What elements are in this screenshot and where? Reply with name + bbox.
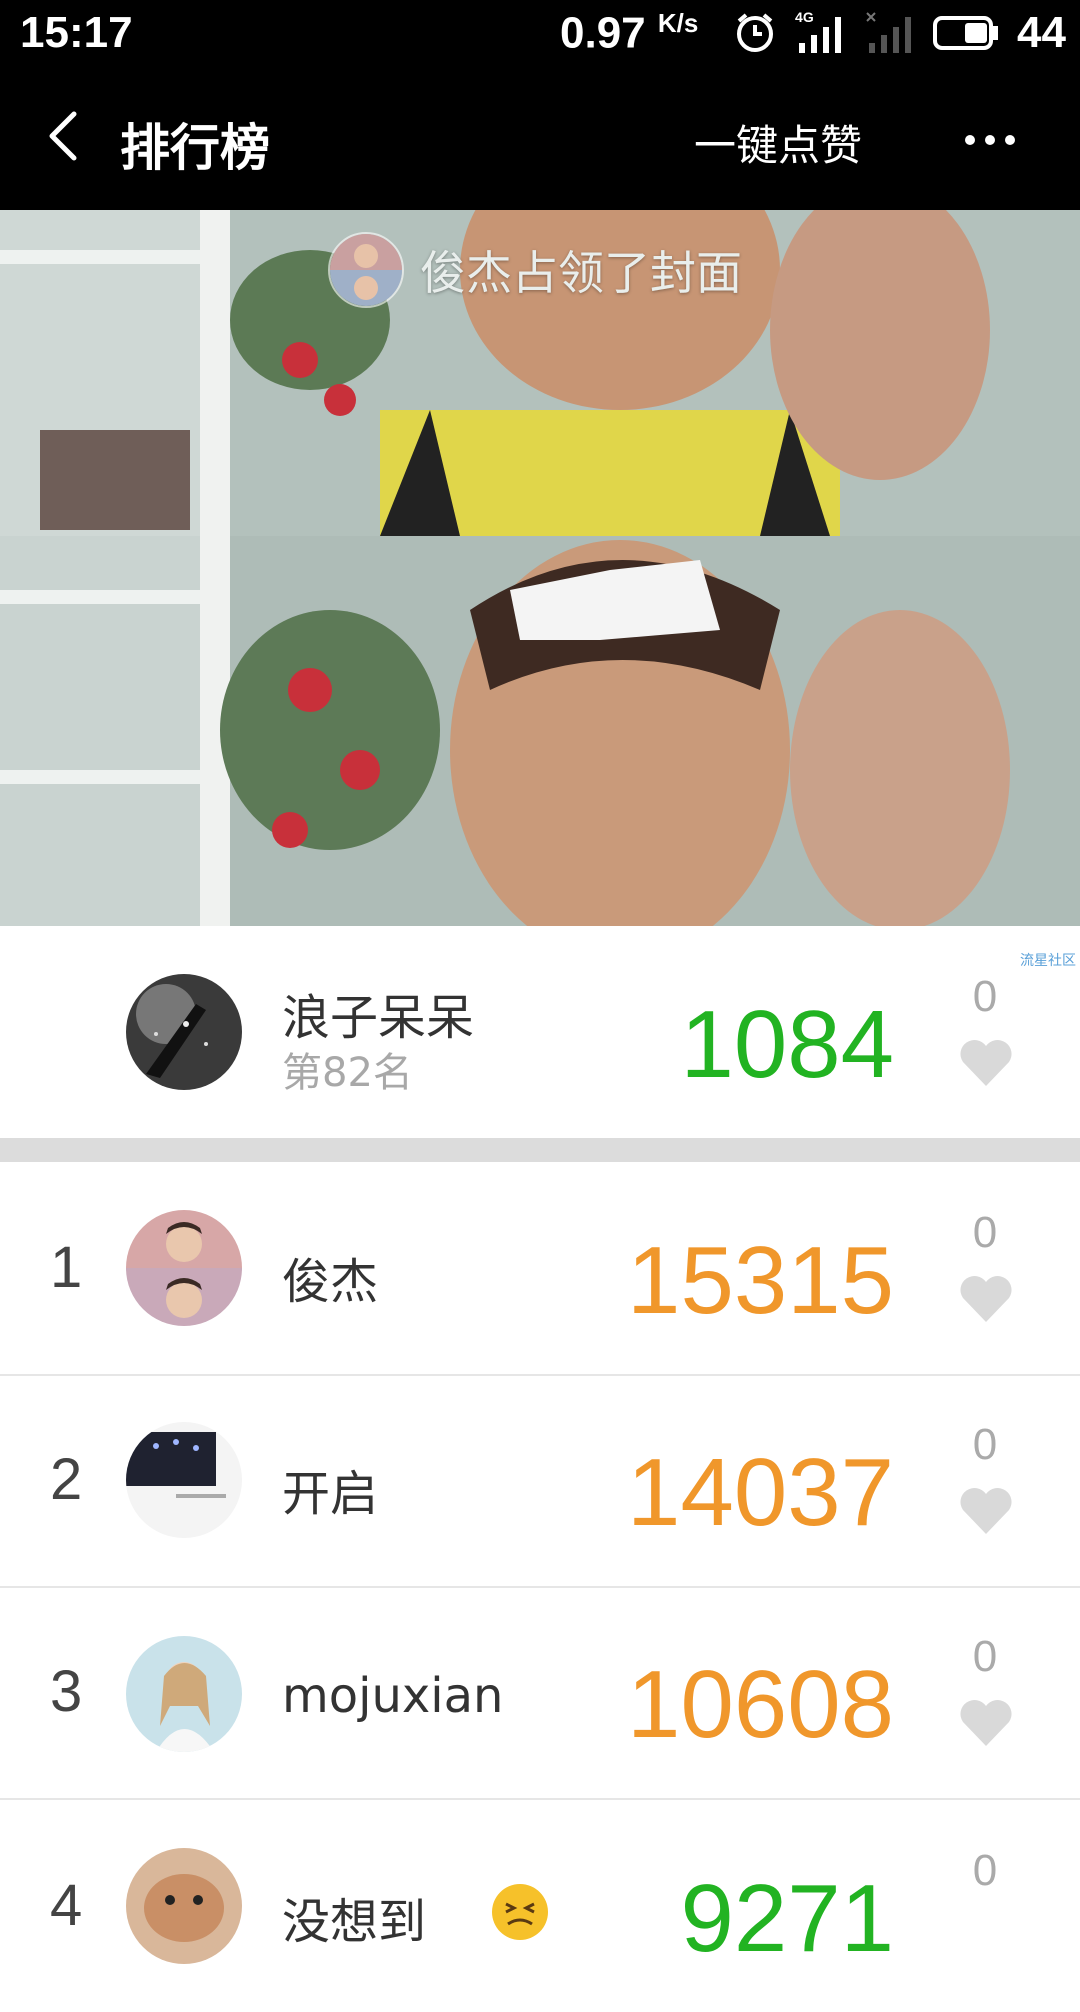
cover-photo bbox=[0, 210, 1080, 926]
cover-caption-text: 俊杰占领了封面 bbox=[420, 246, 742, 300]
avatar[interactable] bbox=[126, 1210, 242, 1326]
like-count: 0 bbox=[972, 1420, 998, 1469]
username: 浪子呆呆 bbox=[282, 990, 475, 1046]
cover-owner-avatar bbox=[328, 232, 404, 308]
heart-icon[interactable] bbox=[958, 1698, 1014, 1748]
rank-number: 1 bbox=[50, 1235, 83, 1300]
status-icons: 4G 44 bbox=[733, 8, 1066, 57]
username: mojuxian bbox=[282, 1668, 504, 1724]
status-bar: 15:17 0.97 K/s 4G 44 bbox=[0, 0, 1080, 66]
username: 俊杰 bbox=[282, 1254, 379, 1310]
step-count: 14037 bbox=[627, 1439, 894, 1546]
avatar[interactable] bbox=[126, 974, 242, 1090]
step-count: 9271 bbox=[680, 1865, 894, 1972]
network-speed: 0.97 K/s bbox=[560, 8, 698, 59]
alarm-icon bbox=[737, 13, 774, 52]
like-count: 0 bbox=[972, 1632, 998, 1681]
more-menu-icon[interactable] bbox=[960, 128, 1020, 152]
status-time: 15:17 bbox=[20, 8, 133, 57]
like-count: 0 bbox=[972, 972, 998, 1021]
list-item[interactable]: 2 开启 14037 0 bbox=[0, 1376, 1080, 1586]
avatar[interactable] bbox=[126, 1848, 242, 1964]
watermark-text: 流星社区 bbox=[1020, 953, 1076, 969]
heart-icon[interactable] bbox=[958, 1486, 1014, 1536]
network-speed-unit: K/s bbox=[657, 8, 699, 38]
section-divider bbox=[0, 1138, 1080, 1162]
list-item[interactable]: 4 没想到 9271 0 bbox=[0, 1800, 1080, 2012]
avatar[interactable] bbox=[126, 1636, 242, 1752]
like-count: 0 bbox=[972, 1846, 998, 1895]
battery-level: 44 bbox=[1017, 8, 1066, 57]
list-item[interactable]: 3 mojuxian 10608 0 bbox=[0, 1588, 1080, 1798]
username: 开启 bbox=[282, 1466, 379, 1522]
my-rank-position: 第82名 bbox=[282, 1050, 413, 1096]
like-count: 0 bbox=[972, 1208, 998, 1257]
rank-number: 2 bbox=[50, 1447, 83, 1512]
step-count: 10608 bbox=[627, 1651, 894, 1758]
cover-caption: 俊杰占领了封面 bbox=[328, 232, 742, 308]
heart-icon[interactable] bbox=[958, 1038, 1014, 1088]
cover-image[interactable]: 俊杰占领了封面 bbox=[0, 210, 1080, 926]
rank-number: 3 bbox=[50, 1659, 83, 1724]
network-speed-value: 0.97 bbox=[560, 8, 646, 58]
page-title: 排行榜 bbox=[120, 119, 270, 177]
list-item[interactable]: 1 俊杰 15315 0 bbox=[0, 1162, 1080, 1374]
username: 没想到 bbox=[282, 1894, 427, 1950]
step-count: 1084 bbox=[680, 991, 894, 1098]
nav-bar: 排行榜 一键点赞 bbox=[0, 66, 1080, 210]
step-count: 15315 bbox=[627, 1227, 894, 1334]
avatar[interactable] bbox=[126, 1422, 242, 1538]
back-arrow-icon[interactable] bbox=[36, 106, 96, 166]
like-all-button[interactable]: 一键点赞 bbox=[694, 112, 862, 173]
signal-4g-icon: 4G bbox=[795, 9, 847, 55]
signal-weak-icon bbox=[866, 12, 912, 53]
battery-icon bbox=[933, 16, 999, 50]
persevering-face-emoji-icon bbox=[492, 1884, 548, 1940]
my-rank-row[interactable]: 浪子呆呆 第82名 1084 0 bbox=[0, 926, 1080, 1138]
heart-icon[interactable] bbox=[958, 1274, 1014, 1324]
rank-number: 4 bbox=[50, 1873, 83, 1938]
